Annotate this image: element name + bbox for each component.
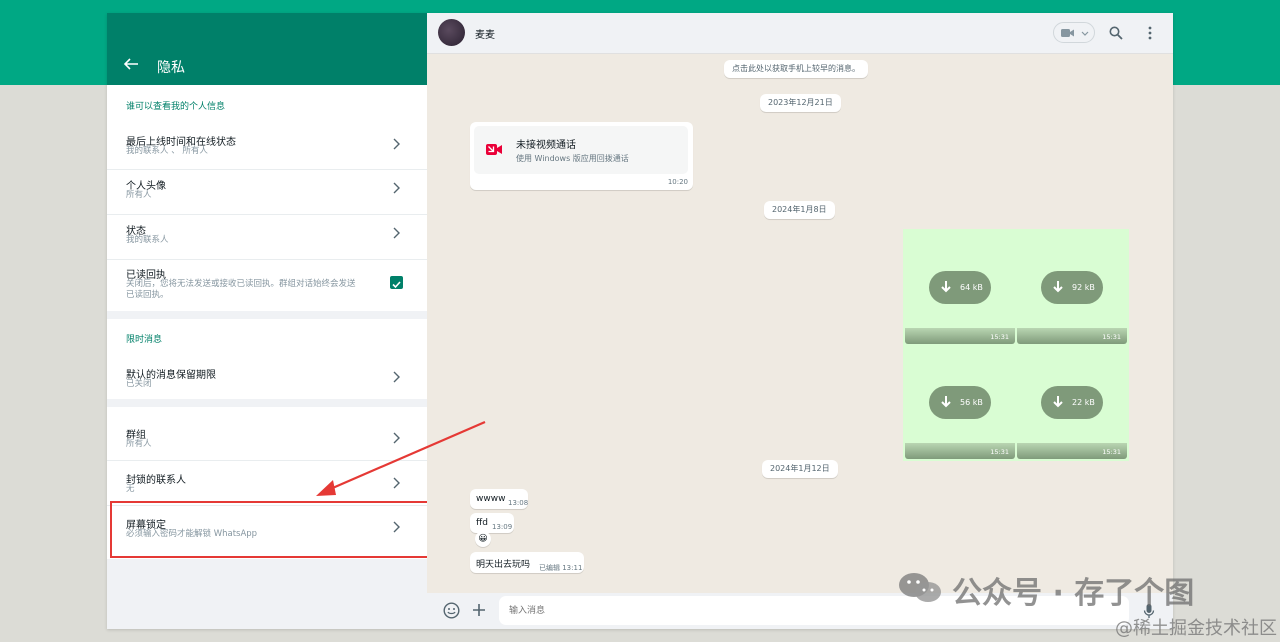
- row-subtitle-line1: 关闭后，您将无法发送或接收已读回执。群组对话始终会发送: [126, 279, 356, 289]
- image-tile[interactable]: 92 kB 15:31: [1017, 231, 1127, 344]
- message-time: 15:31: [1102, 333, 1121, 341]
- profile-photo-row[interactable]: 个人头像 所有人: [107, 170, 427, 214]
- message-time: 13:08: [508, 499, 529, 507]
- download-button[interactable]: 22 kB: [1041, 386, 1103, 419]
- avatar[interactable]: [438, 19, 465, 46]
- missed-video-call-icon: [486, 144, 502, 155]
- image-grid: 64 kB 15:31 92 kB 15:31 56 kB 15:31 22 k…: [903, 229, 1129, 461]
- message-text: ffd: [476, 518, 488, 528]
- download-button[interactable]: 64 kB: [929, 271, 991, 304]
- chat-panel: 麦麦 点击此处以获取手机上较早的消息。 2023年12月21日 未接视频通话 使…: [427, 13, 1173, 629]
- download-button[interactable]: 92 kB: [1041, 271, 1103, 304]
- sync-notice[interactable]: 点击此处以获取手机上较早的消息。: [724, 60, 868, 78]
- date-chip: 2024年1月8日: [764, 201, 835, 219]
- row-subtitle: 我的联系人 、 所有人: [126, 146, 208, 156]
- check-icon: [392, 281, 401, 289]
- page-title: 隐私: [157, 60, 185, 76]
- missed-call-bubble[interactable]: 未接视频通话 使用 Windows 版应用回拨通话 10:20: [470, 122, 693, 190]
- message-bubble[interactable]: ffd 13:09: [470, 513, 514, 533]
- chevron-right-icon: [393, 138, 400, 150]
- read-receipts-checkbox[interactable]: [390, 276, 403, 289]
- file-size: 64 kB: [960, 283, 983, 292]
- attach-plus-icon[interactable]: [472, 603, 486, 617]
- row-subtitle: 无: [126, 484, 135, 494]
- chat-header: 麦麦: [427, 13, 1173, 54]
- file-size: 92 kB: [1072, 283, 1095, 292]
- message-time: 15:31: [990, 448, 1009, 456]
- message-time: 13:09: [492, 523, 513, 531]
- image-footer: 15:31: [905, 328, 1015, 344]
- download-icon: [1053, 281, 1063, 293]
- date-chip: 2024年1月12日: [762, 460, 838, 478]
- image-footer: 15:31: [1017, 443, 1127, 459]
- file-size: 22 kB: [1072, 398, 1095, 407]
- groups-row[interactable]: 群组 所有人: [107, 415, 427, 459]
- message-bubble[interactable]: wwww 13:08: [470, 489, 528, 509]
- image-footer: 15:31: [1017, 328, 1127, 344]
- wechat-logo-icon: [899, 573, 941, 602]
- privacy-panel: 隐私 谁可以查看我的个人信息 最后上线时间和在线状态 我的联系人 、 所有人 个…: [107, 13, 429, 629]
- back-arrow-icon[interactable]: [123, 56, 139, 72]
- message-time: 10:20: [667, 178, 688, 186]
- disappearing-section: 限时消息 默认的消息保留期限 已关闭: [107, 319, 427, 399]
- file-size: 56 kB: [960, 398, 983, 407]
- emoji-icon[interactable]: [443, 602, 460, 619]
- missed-call-subtitle: 使用 Windows 版应用回拨通话: [516, 154, 629, 163]
- section-title: 限时消息: [126, 335, 163, 345]
- section-title: 谁可以查看我的个人信息: [126, 102, 226, 112]
- image-tile[interactable]: 56 kB 15:31: [905, 346, 1015, 459]
- image-tile[interactable]: 64 kB 15:31: [905, 231, 1015, 344]
- message-text: wwww: [476, 494, 506, 504]
- watermark-text: 公众号 · 存了个图: [952, 576, 1195, 611]
- chevron-right-icon: [393, 371, 400, 383]
- message-time: 15:31: [990, 333, 1009, 341]
- more-options-icon[interactable]: [1143, 26, 1157, 40]
- download-button[interactable]: 56 kB: [929, 386, 991, 419]
- message-time: 已编辑 13:11: [539, 564, 583, 572]
- privacy-header: 隐私: [107, 13, 427, 85]
- blocked-contacts-row[interactable]: 封锁的联系人 无: [107, 461, 427, 505]
- whatsapp-window: 隐私 谁可以查看我的个人信息 最后上线时间和在线状态 我的联系人 、 所有人 个…: [107, 13, 1173, 629]
- personal-info-section: 谁可以查看我的个人信息 最后上线时间和在线状态 我的联系人 、 所有人 个人头像…: [107, 85, 427, 311]
- missed-call-card: [474, 126, 688, 174]
- last-seen-row[interactable]: 最后上线时间和在线状态 我的联系人 、 所有人: [107, 125, 427, 169]
- message-time: 15:31: [1102, 448, 1121, 456]
- default-timer-row[interactable]: 默认的消息保留期限 已关闭: [107, 357, 427, 399]
- download-icon: [1053, 396, 1063, 408]
- download-icon: [941, 396, 951, 408]
- date-chip: 2023年12月21日: [760, 94, 841, 112]
- watermark-text-2: @稀土掘金技术社区: [1115, 618, 1277, 639]
- reaction-emoji[interactable]: 😀: [475, 531, 491, 547]
- video-call-button[interactable]: [1053, 22, 1095, 43]
- row-subtitle: 所有人: [126, 190, 152, 200]
- row-subtitle-line2: 已读回执。: [126, 290, 169, 300]
- message-bubble[interactable]: 明天出去玩吗 已编辑 13:11: [470, 552, 584, 573]
- chevron-down-icon: [1081, 31, 1089, 36]
- chevron-right-icon: [393, 477, 400, 489]
- status-row[interactable]: 状态 我的联系人: [107, 215, 427, 259]
- row-subtitle: 已关闭: [126, 379, 152, 389]
- missed-call-title: 未接视频通话: [516, 140, 576, 151]
- download-icon: [941, 281, 951, 293]
- video-camera-icon: [1061, 29, 1074, 37]
- row-title: 封锁的联系人: [126, 475, 186, 486]
- row-subtitle: 我的联系人: [126, 235, 169, 245]
- screen-lock-highlight-box: [110, 501, 429, 558]
- message-text: 明天出去玩吗: [476, 560, 531, 570]
- chevron-right-icon: [393, 182, 400, 194]
- read-receipts-row[interactable]: 已读回执 关闭后，您将无法发送或接收已读回执。群组对话始终会发送 已读回执。: [107, 260, 427, 308]
- chevron-right-icon: [393, 227, 400, 239]
- chevron-right-icon: [393, 432, 400, 444]
- contact-name[interactable]: 麦麦: [475, 26, 495, 41]
- search-icon[interactable]: [1109, 26, 1123, 40]
- row-subtitle: 所有人: [126, 439, 152, 449]
- image-tile[interactable]: 22 kB 15:31: [1017, 346, 1127, 459]
- image-footer: 15:31: [905, 443, 1015, 459]
